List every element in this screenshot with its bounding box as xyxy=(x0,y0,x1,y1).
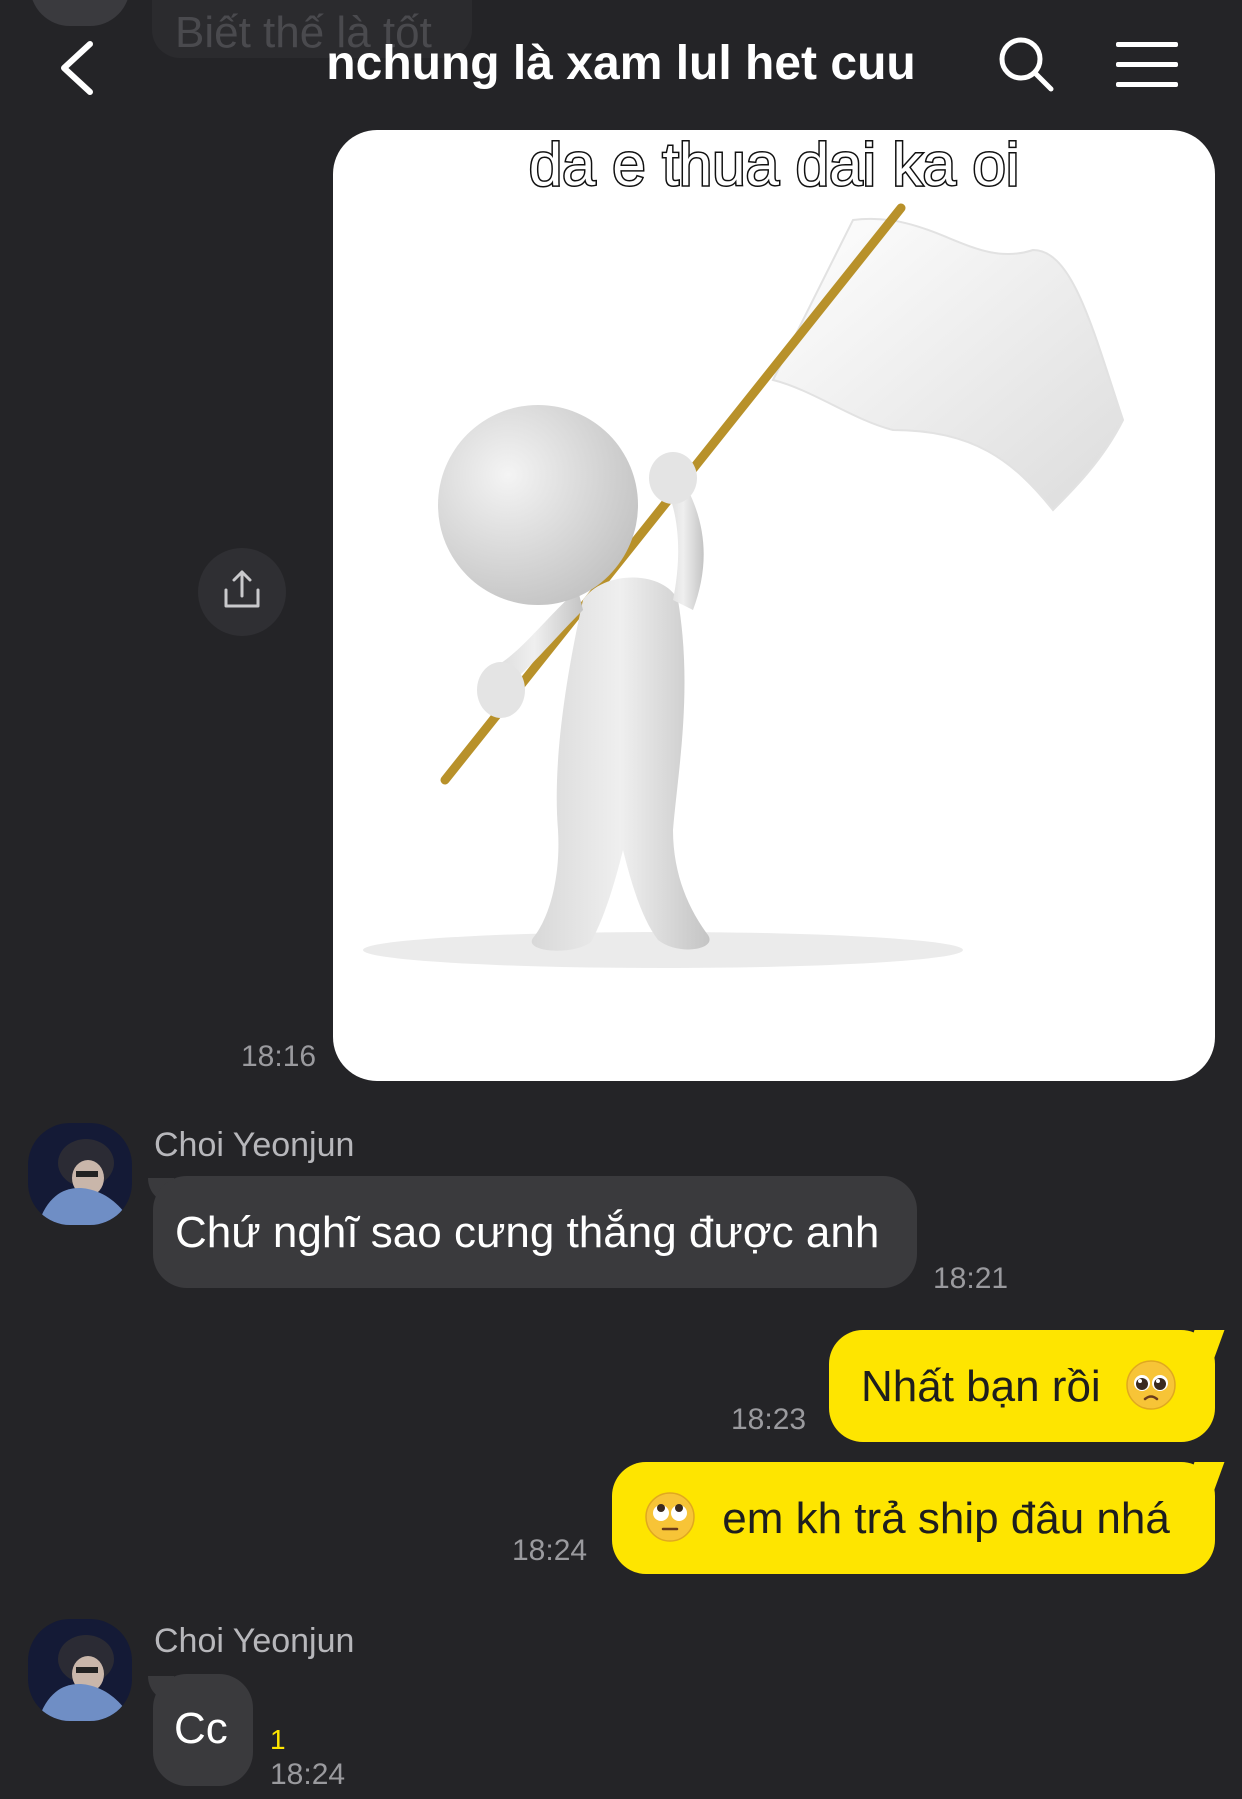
message-text: Chứ nghĩ sao cưng thắng được anh xyxy=(175,1208,880,1257)
image-message[interactable]: da e thua dai ka oi xyxy=(333,130,1215,1081)
message-time: 18:24 xyxy=(512,1534,588,1567)
message-text: Cc xyxy=(174,1704,228,1753)
message-text: Nhất bạn rồi xyxy=(861,1362,1101,1411)
face-with-rolling-eyes-emoji-icon xyxy=(645,1492,695,1543)
message-time: 18:24 xyxy=(270,1758,346,1791)
pleading-face-emoji-icon xyxy=(1126,1360,1176,1411)
chat-title: nchung là xam lul het cuu xyxy=(326,37,916,90)
hamburger-menu-icon[interactable] xyxy=(1116,40,1178,90)
message-text: em kh trả ship đâu nhá xyxy=(722,1494,1170,1543)
message-time: 18:16 xyxy=(241,1040,317,1073)
search-icon[interactable] xyxy=(998,36,1054,92)
incoming-message-bubble[interactable]: Cc xyxy=(153,1674,253,1786)
share-icon xyxy=(224,570,260,608)
sender-name: Choi Yeonjun xyxy=(154,1622,355,1660)
avatar[interactable] xyxy=(28,1123,132,1225)
outgoing-message-bubble[interactable]: Nhất bạn rồi xyxy=(829,1330,1215,1442)
chat-header: nchung là xam lul het cuu xyxy=(0,0,1242,130)
share-button[interactable] xyxy=(198,548,286,636)
avatar[interactable] xyxy=(28,1619,132,1721)
incoming-message-bubble[interactable]: Chứ nghĩ sao cưng thắng được anh xyxy=(153,1176,917,1288)
message-time: 18:21 xyxy=(933,1262,1009,1295)
white-flag-meme-image: da e thua dai ka oi xyxy=(363,130,1125,968)
message-time: 18:23 xyxy=(731,1403,807,1436)
unread-count: 1 xyxy=(270,1724,286,1755)
outgoing-message-bubble[interactable]: em kh trả ship đâu nhá xyxy=(612,1462,1215,1574)
image-caption: da e thua dai ka oi xyxy=(529,131,1019,198)
sender-name: Choi Yeonjun xyxy=(154,1126,355,1164)
